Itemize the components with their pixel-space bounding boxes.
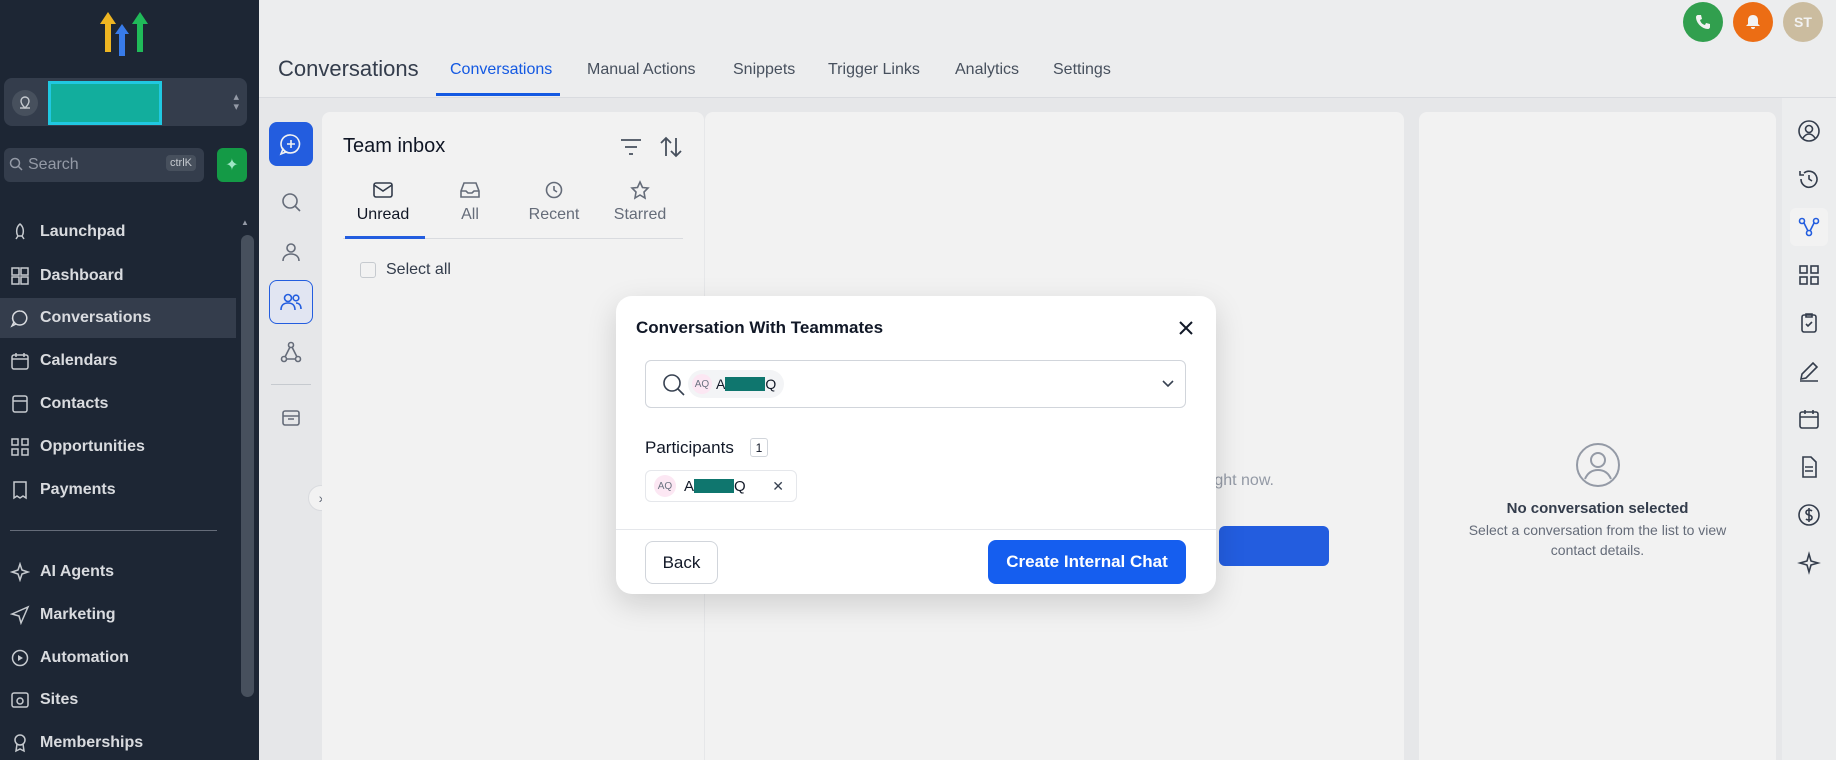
- participants-label: Participants: [645, 438, 734, 457]
- participants-count: 1: [750, 438, 768, 457]
- back-button[interactable]: Back: [645, 541, 718, 584]
- participant-name-last: Q: [734, 477, 746, 495]
- modal-footer-divider: [616, 529, 1216, 530]
- name-redaction: [725, 377, 766, 391]
- teammate-select[interactable]: AQ AQ: [645, 360, 1186, 408]
- remove-participant-icon[interactable]: ✕: [772, 478, 784, 495]
- close-icon: [1179, 321, 1193, 335]
- search-icon: [662, 373, 686, 402]
- selected-teammate-chip[interactable]: AQ AQ: [688, 370, 785, 398]
- teammate-name-first: A: [716, 376, 726, 392]
- create-internal-chat-button[interactable]: Create Internal Chat: [988, 540, 1186, 584]
- close-button[interactable]: [1174, 316, 1198, 340]
- participant-name-first: A: [684, 477, 695, 495]
- conversation-with-teammates-modal: Conversation With Teammates AQ AQ Partic…: [616, 296, 1216, 594]
- teammate-name-last: Q: [765, 376, 777, 392]
- participant-chip: AQ AQ ✕: [645, 470, 797, 502]
- modal-title: Conversation With Teammates: [636, 318, 884, 337]
- participant-initials: AQ: [654, 475, 676, 497]
- name-redaction: [694, 479, 735, 493]
- teammate-initials: AQ: [692, 374, 712, 394]
- chevron-down-icon[interactable]: [1161, 377, 1175, 396]
